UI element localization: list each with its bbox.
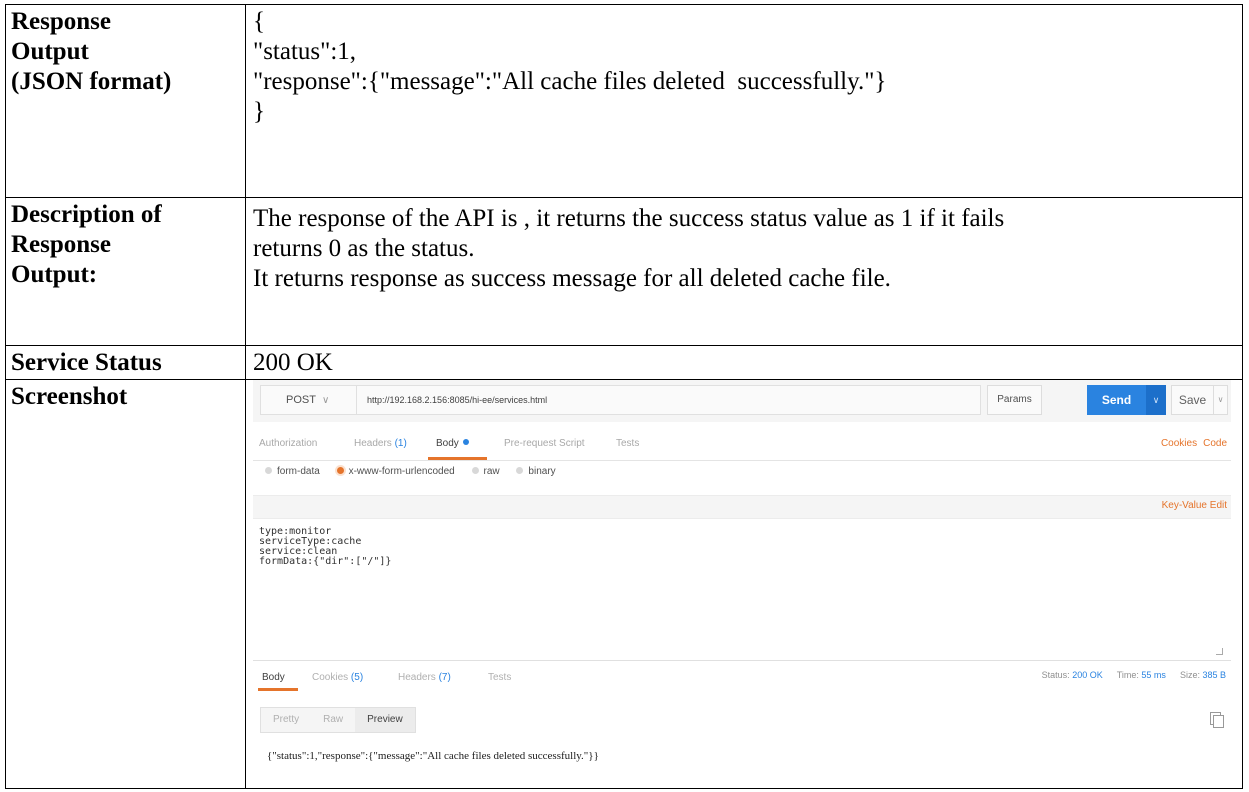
row-service-status: Service Status 200 OK xyxy=(5,345,1243,380)
tab-authorization[interactable]: Authorization xyxy=(259,438,317,449)
response-body-text: {"status":1,"response":{"message":"All c… xyxy=(267,750,599,762)
response-output-json: { "status":1, "response":{"message":"All… xyxy=(245,4,1243,198)
mode-form-data[interactable]: form-data xyxy=(265,466,320,477)
pretty-button[interactable]: Pretty xyxy=(261,708,311,732)
radio-icon xyxy=(265,467,272,474)
resp-tab-tests[interactable]: Tests xyxy=(488,672,511,683)
copy-icon[interactable] xyxy=(1210,712,1224,728)
chevron-down-icon: ∨ xyxy=(321,395,330,406)
service-status-value: 200 OK xyxy=(245,345,1243,380)
code-link[interactable]: Code xyxy=(1203,438,1227,449)
description-text: The response of the API is , it returns … xyxy=(245,197,1243,346)
tab-tests[interactable]: Tests xyxy=(616,438,639,449)
time-value: 55 ms xyxy=(1141,670,1166,680)
bulk-edit-body-textarea[interactable]: type:monitor serviceType:cache service:c… xyxy=(259,527,1219,657)
size-value: 385 B xyxy=(1202,670,1226,680)
active-tab-underline xyxy=(428,457,487,460)
screenshot-cell: POST ∨ http://192.168.2.156:8085/hi-ee/se… xyxy=(245,379,1243,789)
raw-button[interactable]: Raw xyxy=(311,708,355,732)
response-output-label: Response Output (JSON format) xyxy=(5,4,246,198)
screenshot-label: Screenshot xyxy=(5,379,246,789)
cookies-code-links: Cookies Code xyxy=(1155,438,1227,449)
request-bar: POST ∨ http://192.168.2.156:8085/hi-ee/se… xyxy=(253,380,1231,422)
response-divider xyxy=(253,660,1231,661)
save-button[interactable]: Save xyxy=(1171,385,1214,415)
method-select[interactable]: POST ∨ xyxy=(261,386,357,414)
key-value-edit-link[interactable]: Key-Value Edit xyxy=(1162,500,1227,511)
tab-prerequest-script[interactable]: Pre-request Script xyxy=(504,438,585,449)
tab-headers[interactable]: Headers (1) xyxy=(354,438,407,449)
postman-screenshot: POST ∨ http://192.168.2.156:8085/hi-ee/se… xyxy=(253,380,1231,781)
params-button[interactable]: Params xyxy=(987,385,1042,415)
body-mode-options: form-data x-www-form-urlencoded raw bina… xyxy=(265,466,570,477)
view-mode-buttons: Pretty Raw Preview xyxy=(260,707,416,733)
send-button[interactable]: Send xyxy=(1087,385,1146,415)
save-dropdown-chevron-icon[interactable]: ∨ xyxy=(1214,385,1228,415)
radio-selected-icon xyxy=(336,467,344,474)
status-value: 200 OK xyxy=(1072,670,1103,680)
row-description: Description of Response Output: The resp… xyxy=(5,197,1243,346)
description-label: Description of Response Output: xyxy=(5,197,246,346)
api-doc-table: Response Output (JSON format) { "status"… xyxy=(5,4,1243,789)
resp-tab-headers[interactable]: Headers (7) xyxy=(398,672,451,683)
mode-raw[interactable]: raw xyxy=(471,466,500,477)
key-value-bar: Key-Value Edit xyxy=(253,495,1231,519)
row-screenshot: Screenshot POST ∨ http://192.168.2.156:80… xyxy=(5,379,1243,789)
url-input-box: POST ∨ http://192.168.2.156:8085/hi-ee/se… xyxy=(260,385,981,415)
row-response-output: Response Output (JSON format) { "status"… xyxy=(5,4,1243,198)
resp-tab-body[interactable]: Body xyxy=(262,672,285,683)
radio-icon xyxy=(471,467,479,474)
response-stats: Status: 200 OK Time: 55 ms Size: 385 B xyxy=(1041,670,1226,680)
response-tab-underline xyxy=(258,688,298,691)
request-tabs: Authorization Headers (1) Body Pre-reque… xyxy=(253,432,1231,461)
tab-body[interactable]: Body xyxy=(436,438,469,449)
service-status-label: Service Status xyxy=(5,345,246,380)
mode-binary[interactable]: binary xyxy=(516,466,556,477)
send-dropdown-chevron-icon[interactable]: ∨ xyxy=(1146,385,1166,415)
preview-button[interactable]: Preview xyxy=(355,708,415,732)
resp-tab-cookies[interactable]: Cookies (5) xyxy=(312,672,363,683)
resize-handle-icon[interactable] xyxy=(1216,648,1223,655)
cookies-link[interactable]: Cookies xyxy=(1161,438,1197,449)
url-input[interactable]: http://192.168.2.156:8085/hi-ee/services… xyxy=(367,386,547,414)
radio-icon xyxy=(516,467,524,474)
unsaved-dot-icon xyxy=(462,439,469,445)
mode-urlencoded[interactable]: x-www-form-urlencoded xyxy=(336,466,455,477)
